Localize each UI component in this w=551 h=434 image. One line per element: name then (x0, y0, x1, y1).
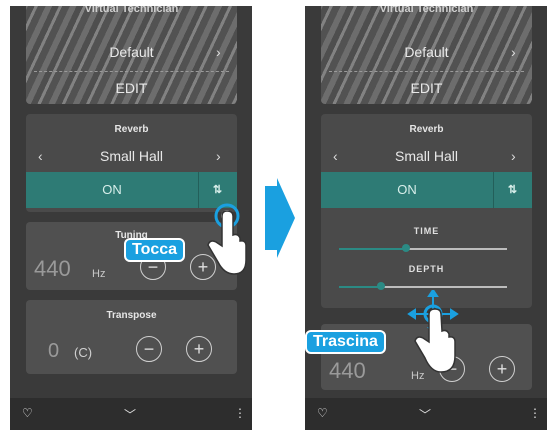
arrow-right-icon (265, 178, 295, 258)
next-chevron-icon[interactable]: › (216, 148, 221, 164)
reverb-on-label[interactable]: ON (321, 172, 493, 208)
time-knob[interactable] (402, 244, 410, 252)
depth-fill (339, 286, 381, 288)
reverb-toggle[interactable]: ON ⇅ (321, 172, 532, 208)
minus-button[interactable]: − (136, 336, 162, 362)
time-slider[interactable] (339, 244, 507, 254)
time-label: TIME (413, 226, 440, 236)
virtual-technician-preset[interactable]: Default (321, 36, 532, 68)
heart-icon[interactable]: ♡ (22, 406, 33, 420)
virtual-technician-title: Virtual Technician (379, 6, 474, 15)
transpose-key: (C) (74, 345, 93, 360)
plus-button[interactable]: + (186, 336, 212, 362)
more-icon[interactable]: ⋮ (234, 406, 246, 420)
plus-button[interactable]: + (489, 356, 515, 382)
reverb-panel: Reverb ‹ Small Hall › ON ⇅ (26, 114, 237, 212)
reverb-title: Reverb (114, 124, 149, 135)
next-chevron-icon[interactable]: › (511, 44, 516, 60)
reverb-on-label[interactable]: ON (26, 172, 198, 208)
transpose-value: 0 (48, 340, 60, 362)
edit-button[interactable]: EDIT (321, 72, 532, 104)
more-icon[interactable]: ⋮ (529, 406, 541, 420)
left-screen: Virtual Technician Default › EDIT Reverb… (10, 6, 252, 430)
virtual-technician-panel: Virtual Technician Default › EDIT (26, 6, 237, 104)
right-screen: Virtual Technician Default › EDIT Reverb… (305, 6, 547, 430)
reverb-title: Reverb (409, 124, 444, 135)
tap-hint-label: Tocca (124, 238, 186, 262)
next-chevron-icon[interactable]: › (216, 44, 221, 60)
tuning-value: 440 (34, 256, 71, 281)
time-fill (339, 248, 406, 250)
tuning-value: 440 (329, 358, 366, 383)
depth-label: DEPTH (408, 264, 445, 274)
heart-icon[interactable]: ♡ (317, 406, 328, 420)
reverb-panel: Reverb ‹ Small Hall › ON ⇅ TIME DEPTH (321, 114, 532, 308)
bottom-bar: ♡ ﹀ ⋮ (305, 398, 547, 430)
next-chevron-icon[interactable]: › (511, 148, 516, 164)
drag-hint-label: Trascina (305, 330, 386, 354)
equalizer-icon[interactable]: ⇅ (493, 172, 532, 208)
transpose-panel: Transpose 0 (C) − + (26, 300, 237, 374)
transpose-title: Transpose (106, 310, 157, 321)
hand-tap-icon (207, 203, 247, 275)
reverb-type: Small Hall (394, 148, 458, 164)
hand-drag-icon (407, 290, 459, 373)
tuning-unit: Hz (92, 268, 106, 280)
reverb-type: Small Hall (99, 148, 163, 164)
edit-button[interactable]: EDIT (26, 72, 237, 104)
depth-knob[interactable] (377, 282, 385, 290)
virtual-technician-preset[interactable]: Default (26, 36, 237, 68)
chevron-down-icon[interactable]: ﹀ (124, 406, 136, 423)
virtual-technician-title: Virtual Technician (84, 6, 179, 15)
virtual-technician-panel: Virtual Technician Default › EDIT (321, 6, 532, 104)
chevron-down-icon[interactable]: ﹀ (419, 406, 431, 423)
bottom-bar: ♡ ﹀ ⋮ (10, 398, 252, 430)
